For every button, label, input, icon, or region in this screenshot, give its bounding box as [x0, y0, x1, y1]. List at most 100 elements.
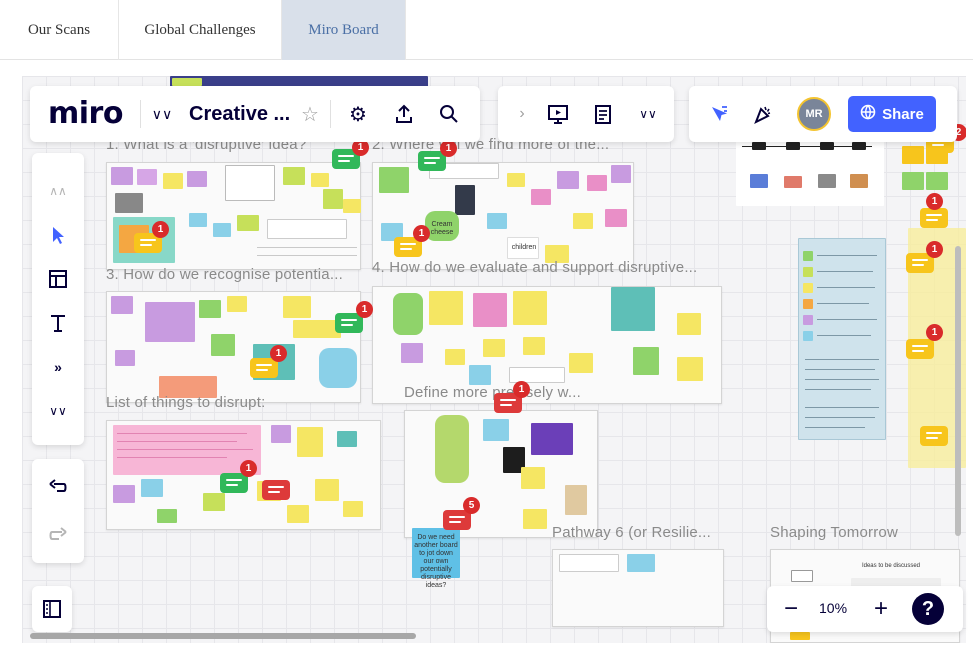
chevron-down-icon[interactable]: ∨∨ — [146, 98, 178, 130]
tab-global-challenges[interactable]: Global Challenges — [118, 0, 282, 60]
celebrate-icon[interactable] — [747, 98, 779, 130]
sticky-note — [113, 485, 135, 503]
sticky-note — [293, 320, 341, 338]
sticky-note — [172, 78, 202, 86]
sticky-note — [850, 174, 868, 188]
sticky-note — [483, 419, 509, 441]
sticky-note[interactable]: Do we need another board to jot down our… — [412, 528, 460, 589]
presentation-toolbar: › ∨∨ — [498, 86, 674, 142]
template-tool-icon[interactable] — [42, 263, 74, 295]
frame-7[interactable] — [552, 549, 724, 627]
chevron-up-icon[interactable]: ∧∧ — [42, 175, 74, 207]
sticky-note — [271, 425, 291, 443]
present-icon[interactable] — [542, 98, 574, 130]
frame-6[interactable] — [404, 410, 598, 538]
sticky-note — [803, 315, 813, 325]
comment-bubble[interactable] — [262, 480, 290, 500]
sticky-note — [141, 479, 163, 497]
text-line — [117, 457, 227, 458]
chevron-double-down-icon[interactable]: ∨∨ — [632, 98, 664, 130]
text-line — [817, 271, 873, 272]
sticky-note — [401, 343, 423, 363]
sticky-note: children — [507, 237, 539, 259]
sticky-note — [902, 172, 924, 190]
comment-bubble[interactable] — [906, 339, 934, 359]
sticky-note — [319, 348, 357, 388]
sticky-note — [473, 293, 507, 327]
frame-3[interactable] — [106, 291, 361, 403]
search-icon[interactable] — [433, 98, 465, 130]
sticky-note — [287, 505, 309, 523]
sticky-note — [784, 176, 802, 188]
board-name[interactable]: Creative ... — [189, 103, 290, 126]
frame-1[interactable] — [106, 162, 361, 270]
sticky-note — [820, 142, 834, 150]
zoom-out-icon[interactable]: − — [775, 593, 807, 625]
upload-icon[interactable] — [388, 98, 420, 130]
more-tools-icon[interactable]: » — [42, 351, 74, 383]
sticky-text: Cream cheese — [430, 221, 454, 236]
undo-icon[interactable] — [42, 471, 74, 503]
text-line — [817, 335, 871, 336]
comment-count-badge: 1 — [926, 324, 943, 341]
comment-bubble[interactable] — [920, 208, 948, 228]
comment-count-badge: 1 — [926, 241, 943, 258]
sticky-note — [211, 334, 235, 356]
sticky-note — [523, 509, 547, 529]
divider-line — [257, 255, 357, 256]
text-line — [805, 427, 865, 428]
sticky-note — [187, 171, 207, 187]
comment-count-badge: 5 — [463, 497, 480, 514]
comment-count-badge: 1 — [413, 225, 430, 242]
undo-redo-panel — [32, 459, 84, 563]
image-card — [565, 485, 587, 515]
board-canvas[interactable]: 1. What is a 'disruptive' idea? 2. Where… — [22, 76, 966, 643]
text-line — [805, 359, 879, 360]
gear-icon[interactable]: ⚙ — [342, 98, 374, 130]
horizontal-scrollbar[interactable] — [30, 633, 416, 639]
zoom-level[interactable]: 10% — [819, 600, 847, 616]
globe-icon — [860, 104, 876, 124]
sticky-note — [627, 554, 655, 572]
notes-icon[interactable] — [587, 98, 619, 130]
help-button[interactable]: ? — [912, 593, 944, 625]
share-label: Share — [882, 105, 924, 123]
star-icon[interactable]: ☆ — [294, 98, 326, 130]
toolbar-divider — [330, 100, 331, 128]
text-line — [817, 255, 877, 256]
sticky-note — [323, 189, 343, 209]
tab-miro-board[interactable]: Miro Board — [281, 0, 406, 60]
text-line — [805, 389, 871, 390]
miro-logo[interactable]: miro — [48, 96, 123, 131]
sticky-note — [283, 296, 311, 318]
text-line — [805, 417, 875, 418]
sticky-note — [227, 296, 247, 312]
share-button[interactable]: Share — [848, 96, 936, 132]
frame-title: Shaping Tomorrow — [770, 524, 898, 541]
redo-icon[interactable] — [42, 519, 74, 551]
chevron-down-icon[interactable]: ∨∨ — [42, 395, 74, 427]
sticky-note — [752, 142, 766, 150]
zoom-in-icon[interactable]: + — [865, 593, 897, 625]
tab-our-scans[interactable]: Our Scans — [0, 0, 119, 60]
vertical-scrollbar[interactable] — [955, 246, 961, 536]
sidebar-panel-icon[interactable] — [36, 593, 68, 625]
sticky-note — [337, 431, 357, 447]
sticky-note — [283, 167, 305, 185]
sticky-note — [557, 171, 579, 189]
text-tool-icon[interactable] — [42, 307, 74, 339]
sticky-note — [189, 213, 207, 227]
cursor-icon[interactable] — [703, 98, 735, 130]
comment-bubble[interactable] — [920, 426, 948, 446]
frame-title: 3. How do we recognise potentia... — [106, 266, 343, 283]
left-tool-panel: ∧∧ » ∨∨ — [32, 153, 84, 445]
avatar[interactable]: MR — [797, 97, 831, 131]
select-tool-icon[interactable] — [42, 219, 74, 251]
board-panel-toggle[interactable] — [32, 586, 72, 632]
chevron-right-icon[interactable]: › — [506, 98, 538, 130]
text-line — [817, 319, 877, 320]
sticky-text: children — [511, 244, 537, 251]
sticky-note — [818, 174, 836, 188]
sticky-note — [203, 493, 225, 511]
sticky-note: Cream cheese — [425, 211, 459, 241]
